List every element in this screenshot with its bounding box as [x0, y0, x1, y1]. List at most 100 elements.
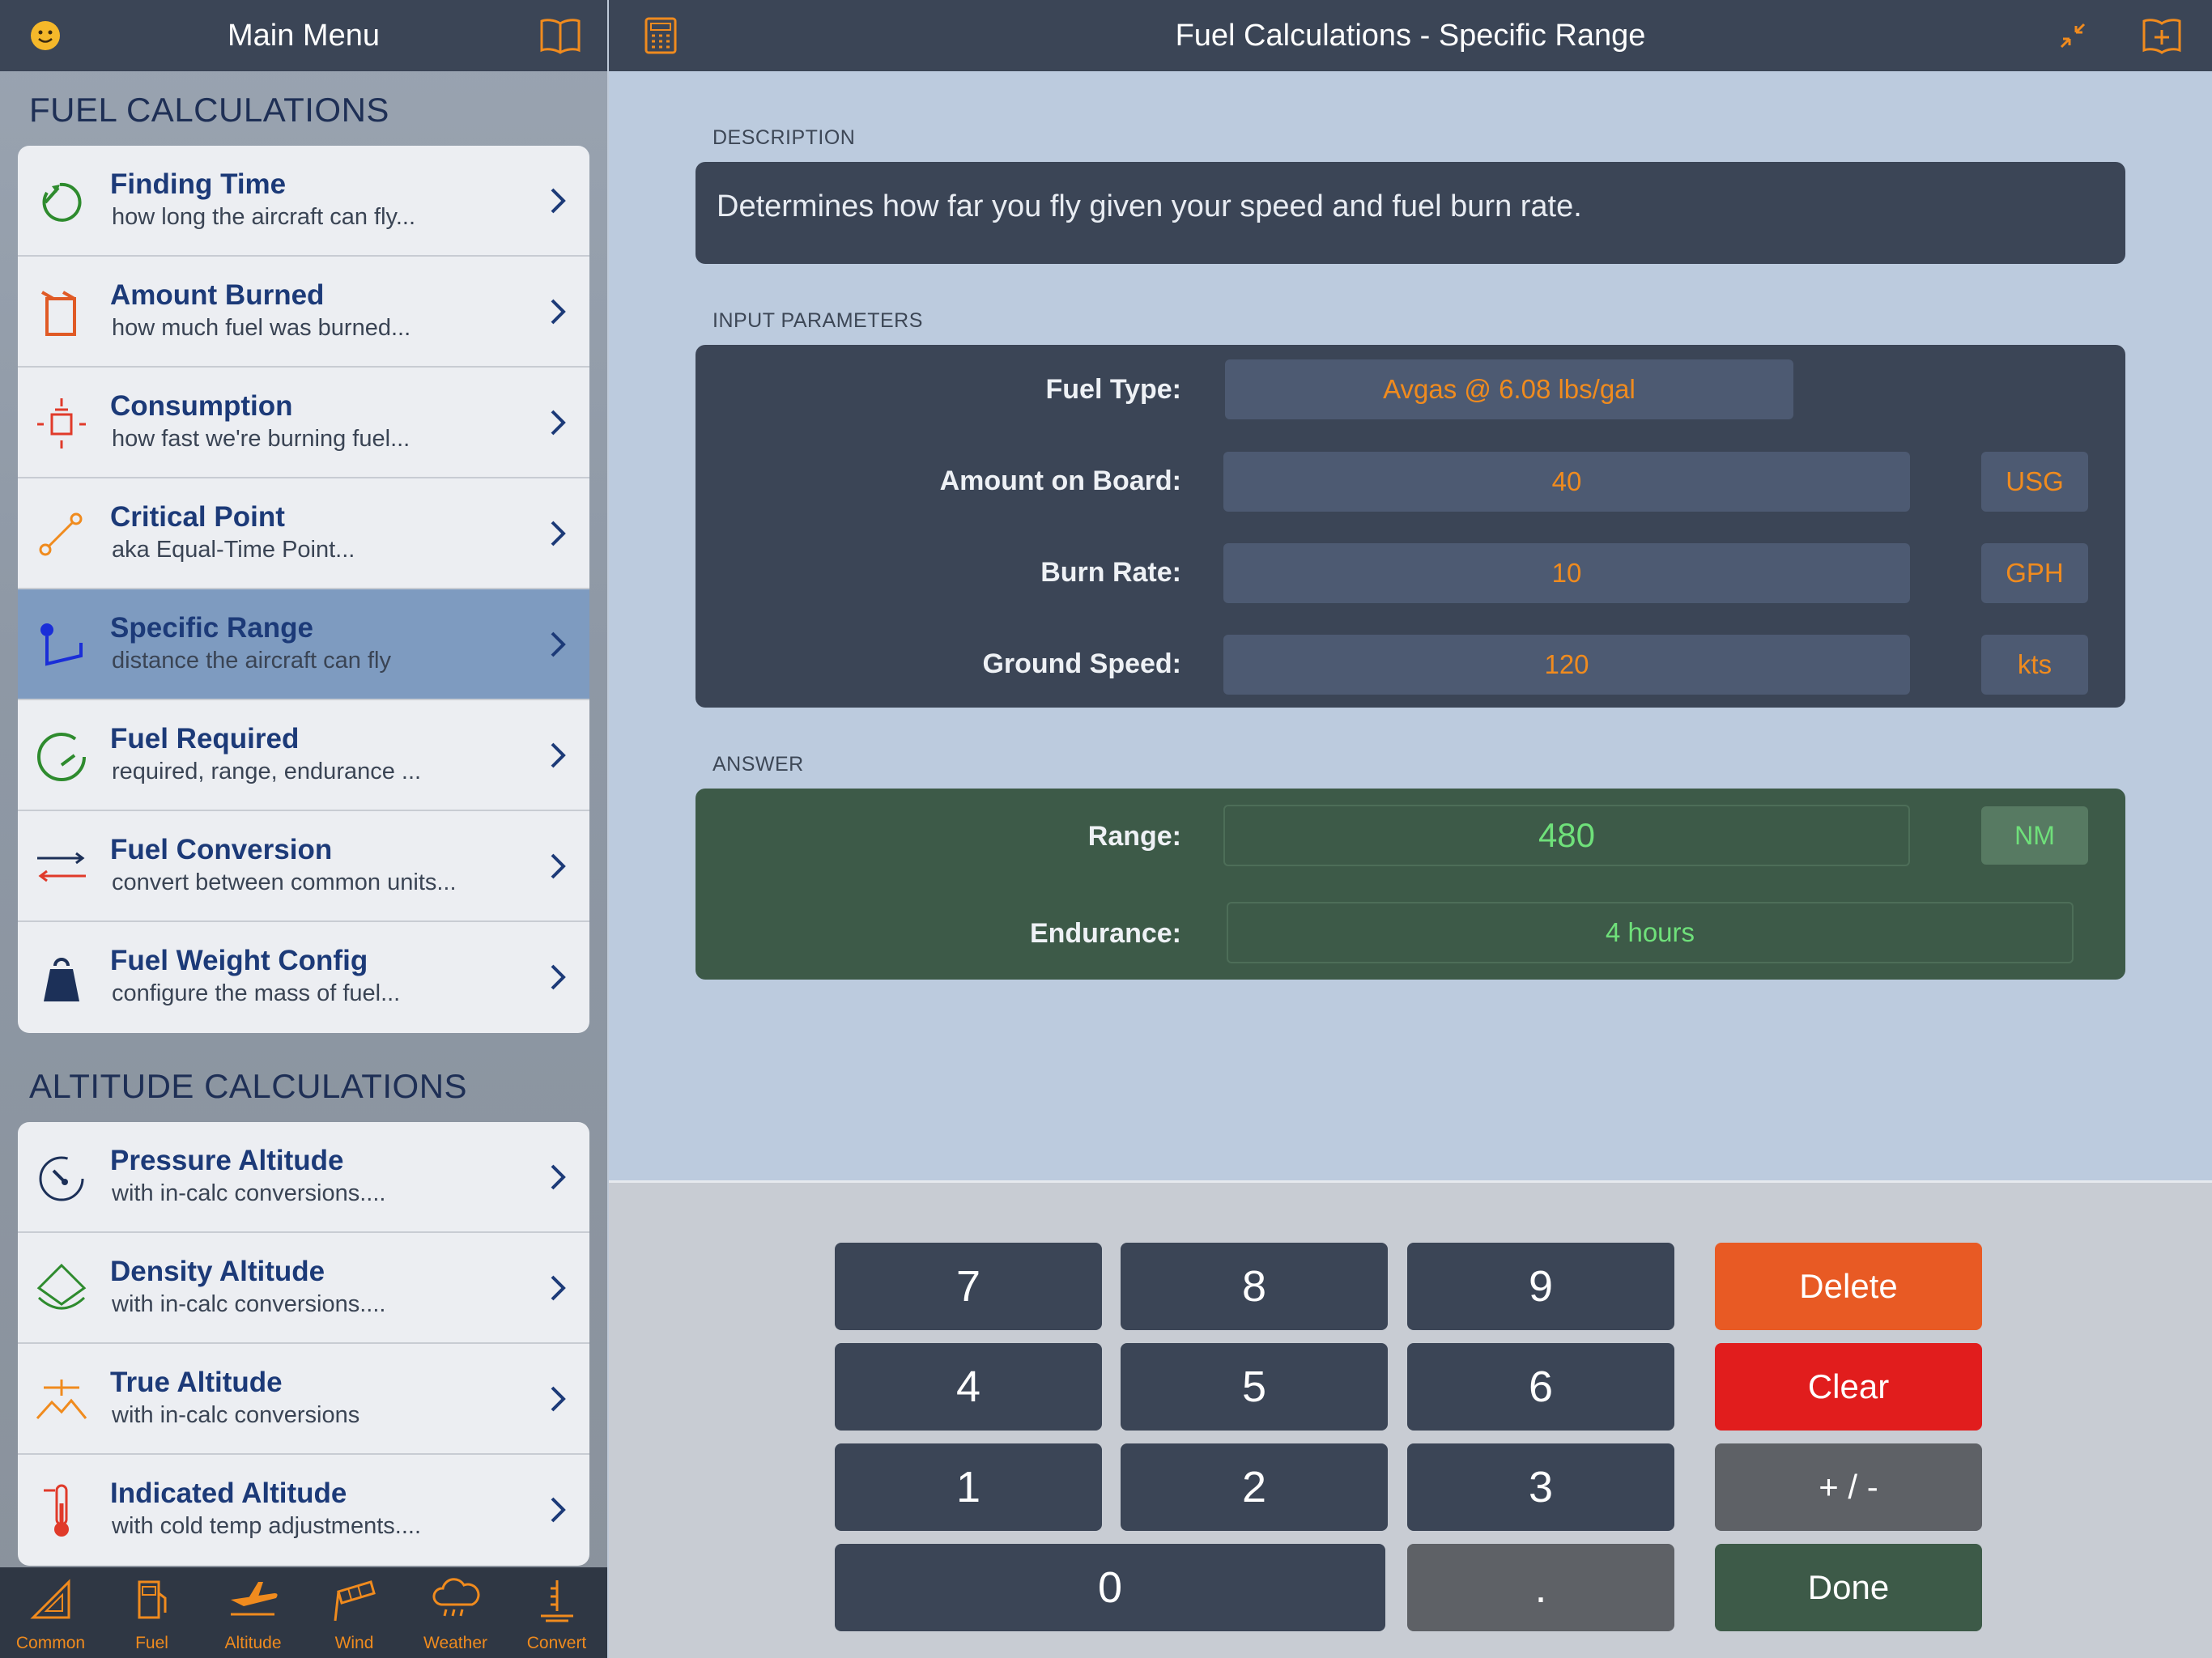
tab-label: Common: [15, 1634, 86, 1652]
menu-item-density-altitude[interactable]: Density Altitude with in-calc conversion…: [18, 1233, 589, 1344]
tab-label: Weather: [423, 1634, 487, 1652]
range-label: Range:: [1087, 821, 1181, 852]
critical-point-icon: [31, 503, 92, 564]
menu-item-critical-point[interactable]: Critical Point aka Equal-Time Point...: [18, 478, 589, 589]
conversion-arrows-icon: [31, 835, 92, 897]
sidebar-title: Main Menu: [228, 18, 380, 53]
menu-item-fuel-weight-config[interactable]: Fuel Weight Config configure the mass of…: [18, 922, 589, 1033]
range-value: 480: [1223, 805, 1910, 866]
ground-speed-unit-button[interactable]: kts: [1981, 635, 2088, 695]
chevron-right-icon: [551, 1497, 566, 1523]
windsock-icon: [334, 1580, 376, 1622]
range-unit-button[interactable]: NM: [1981, 806, 2088, 865]
menu-item-subtitle: how much fuel was burned...: [112, 315, 411, 341]
altitude-menu-group: Pressure Altitude with in-calc conversio…: [18, 1122, 589, 1566]
chevron-right-icon: [551, 631, 566, 657]
key-6[interactable]: 6: [1407, 1343, 1674, 1431]
menu-item-fuel-required[interactable]: Fuel Required required, range, endurance…: [18, 700, 589, 811]
fuel-type-label: Fuel Type:: [1045, 374, 1182, 405]
amount-on-board-label: Amount on Board:: [939, 466, 1181, 496]
menu-item-subtitle: configure the mass of fuel...: [112, 980, 401, 1006]
key-decimal[interactable]: .: [1407, 1544, 1674, 1631]
done-button[interactable]: Done: [1715, 1544, 1982, 1631]
collapse-icon[interactable]: [2050, 13, 2095, 58]
menu-item-specific-range[interactable]: Specific Range distance the aircraft can…: [18, 589, 589, 700]
tab-altitude[interactable]: Altitude: [202, 1567, 304, 1658]
smiley-icon[interactable]: [23, 13, 68, 58]
bookmark-add-icon[interactable]: [2139, 13, 2184, 58]
menu-item-true-altitude[interactable]: True Altitude with in-calc conversions: [18, 1344, 589, 1455]
fuel-menu-group: Finding Time how long the aircraft can f…: [18, 146, 589, 1033]
menu-item-title: True Altitude: [110, 1367, 283, 1398]
convert-icon: [540, 1580, 573, 1622]
burn-rate-field[interactable]: 10: [1223, 543, 1910, 603]
tab-label: Altitude: [224, 1634, 282, 1652]
key-4[interactable]: 4: [835, 1343, 1102, 1431]
thermometer-icon: [31, 1479, 92, 1541]
menu-item-title: Amount Burned: [110, 279, 325, 311]
key-5[interactable]: 5: [1121, 1343, 1388, 1431]
menu-item-title: Density Altitude: [110, 1256, 325, 1287]
amount-on-board-field[interactable]: 40: [1223, 452, 1910, 512]
input-parameters-label: INPUT PARAMETERS: [713, 309, 923, 332]
menu-item-consumption[interactable]: Consumption how fast we're burning fuel.…: [18, 368, 589, 478]
menu-item-finding-time[interactable]: Finding Time how long the aircraft can f…: [18, 146, 589, 257]
delete-button[interactable]: Delete: [1715, 1243, 1982, 1330]
menu-item-subtitle: with in-calc conversions....: [112, 1180, 386, 1206]
book-icon[interactable]: [538, 13, 583, 58]
menu-item-amount-burned[interactable]: Amount Burned how much fuel was burned..…: [18, 257, 589, 368]
timer-icon: [31, 170, 92, 232]
menu-item-fuel-conversion[interactable]: Fuel Conversion convert between common u…: [18, 811, 589, 922]
menu-item-title: Finding Time: [110, 168, 287, 200]
tab-fuel[interactable]: Fuel: [101, 1567, 202, 1658]
menu-item-title: Fuel Weight Config: [110, 945, 368, 976]
key-2[interactable]: 2: [1121, 1443, 1388, 1531]
tab-label: Wind: [334, 1634, 374, 1652]
menu-item-title: Pressure Altitude: [110, 1145, 344, 1176]
amount-unit-button[interactable]: USG: [1981, 452, 2088, 512]
menu-item-title: Fuel Required: [110, 723, 300, 755]
menu-item-subtitle: with in-calc conversions: [112, 1402, 360, 1428]
clear-button[interactable]: Clear: [1715, 1343, 1982, 1431]
chevron-right-icon: [551, 410, 566, 436]
key-0[interactable]: 0: [835, 1544, 1385, 1631]
key-3[interactable]: 3: [1407, 1443, 1674, 1531]
tab-common[interactable]: Common: [0, 1567, 101, 1658]
key-7[interactable]: 7: [835, 1243, 1102, 1330]
consumption-icon: [31, 392, 92, 453]
altitude-section-title: ALTITUDE CALCULATIONS: [29, 1067, 468, 1105]
endurance-label: Endurance:: [1029, 918, 1181, 949]
key-9[interactable]: 9: [1407, 1243, 1674, 1330]
menu-item-subtitle: distance the aircraft can fly: [112, 648, 391, 674]
chevron-right-icon: [551, 521, 566, 546]
menu-item-pressure-altitude[interactable]: Pressure Altitude with in-calc conversio…: [18, 1122, 589, 1233]
tab-wind[interactable]: Wind: [304, 1567, 405, 1658]
fuel-type-select[interactable]: Avgas @ 6.08 lbs/gal: [1225, 359, 1793, 419]
chevron-right-icon: [551, 1275, 566, 1301]
calculator-icon[interactable]: [638, 13, 683, 58]
main-panel: Fuel Calculations - Specific Range DESCR…: [609, 0, 2212, 1658]
menu-item-indicated-altitude[interactable]: Indicated Altitude with cold temp adjust…: [18, 1455, 589, 1566]
weight-icon: [31, 946, 92, 1008]
cloud-rain-icon: [432, 1578, 479, 1617]
tab-weather[interactable]: Weather: [405, 1567, 506, 1658]
menu-item-subtitle: with cold temp adjustments....: [112, 1513, 421, 1539]
tab-convert[interactable]: Convert: [506, 1567, 607, 1658]
menu-item-title: Specific Range: [110, 612, 313, 644]
tab-label: Convert: [526, 1634, 587, 1652]
key-1[interactable]: 1: [835, 1443, 1102, 1531]
menu-item-title: Consumption: [110, 390, 293, 422]
gauge-icon: [31, 725, 92, 786]
burn-rate-unit-button[interactable]: GPH: [1981, 543, 2088, 603]
menu-item-title: Fuel Conversion: [110, 834, 333, 865]
sign-toggle-button[interactable]: + / -: [1715, 1443, 1982, 1531]
description-label: DESCRIPTION: [713, 126, 856, 149]
menu-item-subtitle: how long the aircraft can fly...: [112, 204, 416, 230]
sidebar-header: Main Menu: [0, 0, 607, 71]
key-8[interactable]: 8: [1121, 1243, 1388, 1330]
chevron-right-icon: [551, 853, 566, 879]
burn-rate-label: Burn Rate:: [1040, 557, 1181, 588]
description-panel: Determines how far you fly given your sp…: [696, 162, 2125, 264]
input-panel: Fuel Type: Avgas @ 6.08 lbs/gal Amount o…: [696, 345, 2125, 708]
ground-speed-field[interactable]: 120: [1223, 635, 1910, 695]
